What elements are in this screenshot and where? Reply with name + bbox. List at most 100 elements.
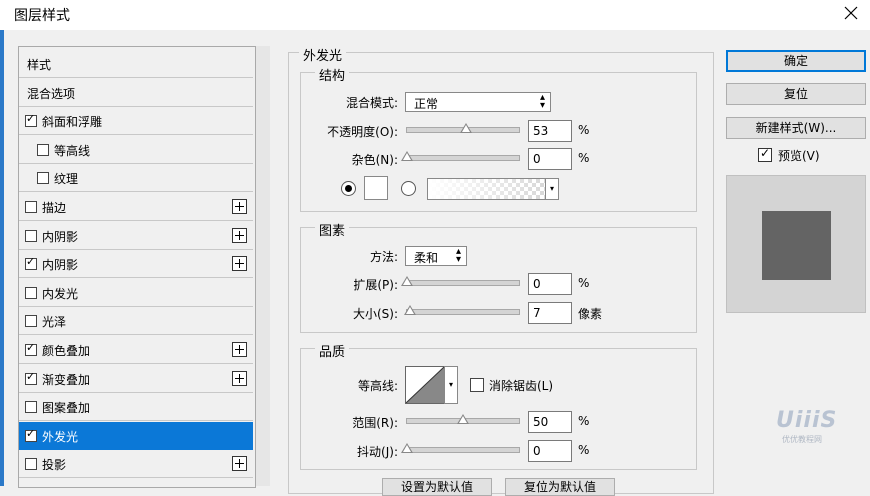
spread-slider[interactable]	[401, 276, 520, 286]
sidebar-item[interactable]: 外发光	[19, 421, 253, 450]
sidebar-item-checkbox[interactable]	[25, 315, 37, 328]
sidebar-item-checkbox[interactable]	[25, 458, 37, 471]
noise-unit: %	[578, 151, 590, 165]
sidebar-item[interactable]: 内阴影	[19, 221, 253, 250]
sidebar-item-checkbox[interactable]	[25, 401, 37, 414]
sidebar-item-label: 斜面和浮雕	[42, 115, 103, 130]
contour-picker[interactable]	[405, 366, 445, 404]
new-style-button[interactable]: 新建样式(W)...	[726, 117, 866, 139]
contour-label: 等高线:	[357, 379, 398, 393]
noise-input[interactable]: 0	[528, 148, 572, 170]
size-slider[interactable]	[404, 305, 520, 315]
sidebar-item-checkbox[interactable]	[37, 172, 49, 185]
sidebar-item[interactable]: 渐变叠加	[19, 364, 253, 393]
reset-default-button[interactable]: 复位为默认值	[505, 478, 615, 496]
glow-color-swatch[interactable]	[364, 176, 388, 200]
opacity-label: 不透明度(O):	[327, 125, 398, 139]
sidebar-item-checkbox[interactable]	[37, 143, 49, 156]
window-edge	[0, 30, 4, 486]
outer-glow-title: 外发光	[299, 45, 347, 64]
noise-slider[interactable]	[401, 151, 520, 161]
style-list-scrollbar[interactable]	[256, 46, 270, 486]
sidebar-item[interactable]: 光泽	[19, 307, 253, 336]
structure-title: 结构	[315, 65, 350, 84]
sidebar-item-label: 渐变叠加	[42, 372, 91, 387]
sidebar-item-checkbox[interactable]	[25, 229, 37, 242]
opacity-input[interactable]: 53	[528, 120, 572, 142]
updown-arrow-icon: ▴ ▾	[455, 246, 461, 265]
add-effect-icon[interactable]	[232, 342, 247, 357]
spread-label: 扩展(P):	[353, 278, 398, 292]
range-slider-thumb[interactable]	[457, 414, 469, 424]
jitter-value: 0	[533, 444, 541, 458]
add-effect-icon[interactable]	[232, 456, 247, 472]
sidebar-item-label: 纹理	[54, 172, 79, 187]
range-label: 范围(R):	[352, 416, 398, 430]
opacity-slider-thumb[interactable]	[460, 123, 473, 133]
sidebar-item[interactable]: 混合选项	[19, 78, 253, 107]
jitter-slider-thumb[interactable]	[401, 443, 413, 453]
preview-checkbox[interactable]	[758, 146, 772, 162]
add-effect-icon[interactable]	[232, 256, 247, 272]
sidebar-item[interactable]: 内阴影	[19, 250, 253, 279]
opacity-slider[interactable]	[406, 123, 520, 133]
chevron-down-icon: ▾	[549, 184, 554, 193]
spread-slider-thumb[interactable]	[401, 276, 413, 286]
sidebar-item-checkbox[interactable]	[25, 112, 37, 128]
opacity-value: 53	[533, 124, 549, 138]
sidebar-item[interactable]: 内发光	[19, 278, 253, 307]
sidebar-item-label: 内发光	[42, 286, 79, 301]
range-unit: %	[578, 414, 590, 428]
gradient-dropdown[interactable]: ▾	[545, 178, 559, 200]
elements-title: 图素	[315, 220, 350, 239]
sidebar-item[interactable]: 斜面和浮雕	[19, 107, 253, 136]
solid-color-radio[interactable]	[341, 181, 356, 196]
opacity-unit: %	[578, 123, 590, 137]
size-slider-thumb[interactable]	[404, 305, 417, 315]
sidebar-item-checkbox[interactable]	[25, 341, 37, 356]
size-input[interactable]: 7	[528, 302, 572, 324]
range-slider[interactable]	[406, 414, 520, 424]
sidebar-item-label: 混合选项	[27, 86, 76, 101]
sidebar-item-checkbox[interactable]	[25, 286, 37, 299]
gradient-radio[interactable]	[401, 181, 416, 196]
sidebar-item[interactable]: 颜色叠加	[19, 336, 253, 364]
blend-mode-select[interactable]: 正常 ▴ ▾	[405, 92, 551, 112]
sidebar-item-checkbox[interactable]	[25, 370, 37, 385]
close-icon[interactable]	[840, 2, 862, 24]
glow-gradient-picker[interactable]	[427, 178, 547, 200]
add-effect-icon[interactable]	[232, 199, 247, 214]
sidebar-item[interactable]: 纹理	[19, 164, 253, 193]
ok-button[interactable]: 确定	[726, 50, 866, 72]
jitter-slider[interactable]	[401, 443, 520, 453]
sidebar-item[interactable]: 投影	[19, 450, 253, 479]
jitter-input[interactable]: 0	[528, 440, 572, 462]
antialias-label: 消除锯齿(L)	[489, 379, 554, 393]
technique-select[interactable]: 柔和 ▴ ▾	[405, 246, 467, 266]
noise-value: 0	[533, 152, 541, 166]
spread-input[interactable]: 0	[528, 273, 572, 295]
sidebar-item-checkbox[interactable]	[25, 427, 37, 442]
reset-button[interactable]: 复位	[726, 83, 866, 105]
style-preview	[726, 175, 866, 313]
sidebar-item-label: 内阴影	[42, 258, 79, 273]
antialias-checkbox[interactable]	[470, 378, 484, 392]
noise-slider-thumb[interactable]	[401, 151, 413, 161]
quality-title: 品质	[315, 341, 350, 360]
spread-unit: %	[578, 276, 590, 290]
sidebar-item[interactable]: 等高线	[19, 135, 253, 164]
range-input[interactable]: 50	[528, 411, 572, 433]
add-effect-icon[interactable]	[232, 227, 247, 243]
sidebar-item[interactable]: 样式	[19, 50, 253, 78]
sidebar-item[interactable]: 描边	[19, 193, 253, 221]
contour-dropdown[interactable]: ▾	[444, 366, 458, 404]
size-unit: 像素	[578, 307, 603, 321]
sidebar-item-label: 投影	[42, 458, 67, 473]
add-effect-icon[interactable]	[232, 370, 247, 386]
range-value: 50	[533, 415, 549, 429]
sidebar-item[interactable]: 图案叠加	[19, 393, 253, 422]
sidebar-item-checkbox[interactable]	[25, 201, 37, 213]
set-default-button[interactable]: 设置为默认值	[382, 478, 492, 496]
sidebar-item-checkbox[interactable]	[25, 255, 37, 271]
contour-curve-icon	[406, 367, 444, 403]
